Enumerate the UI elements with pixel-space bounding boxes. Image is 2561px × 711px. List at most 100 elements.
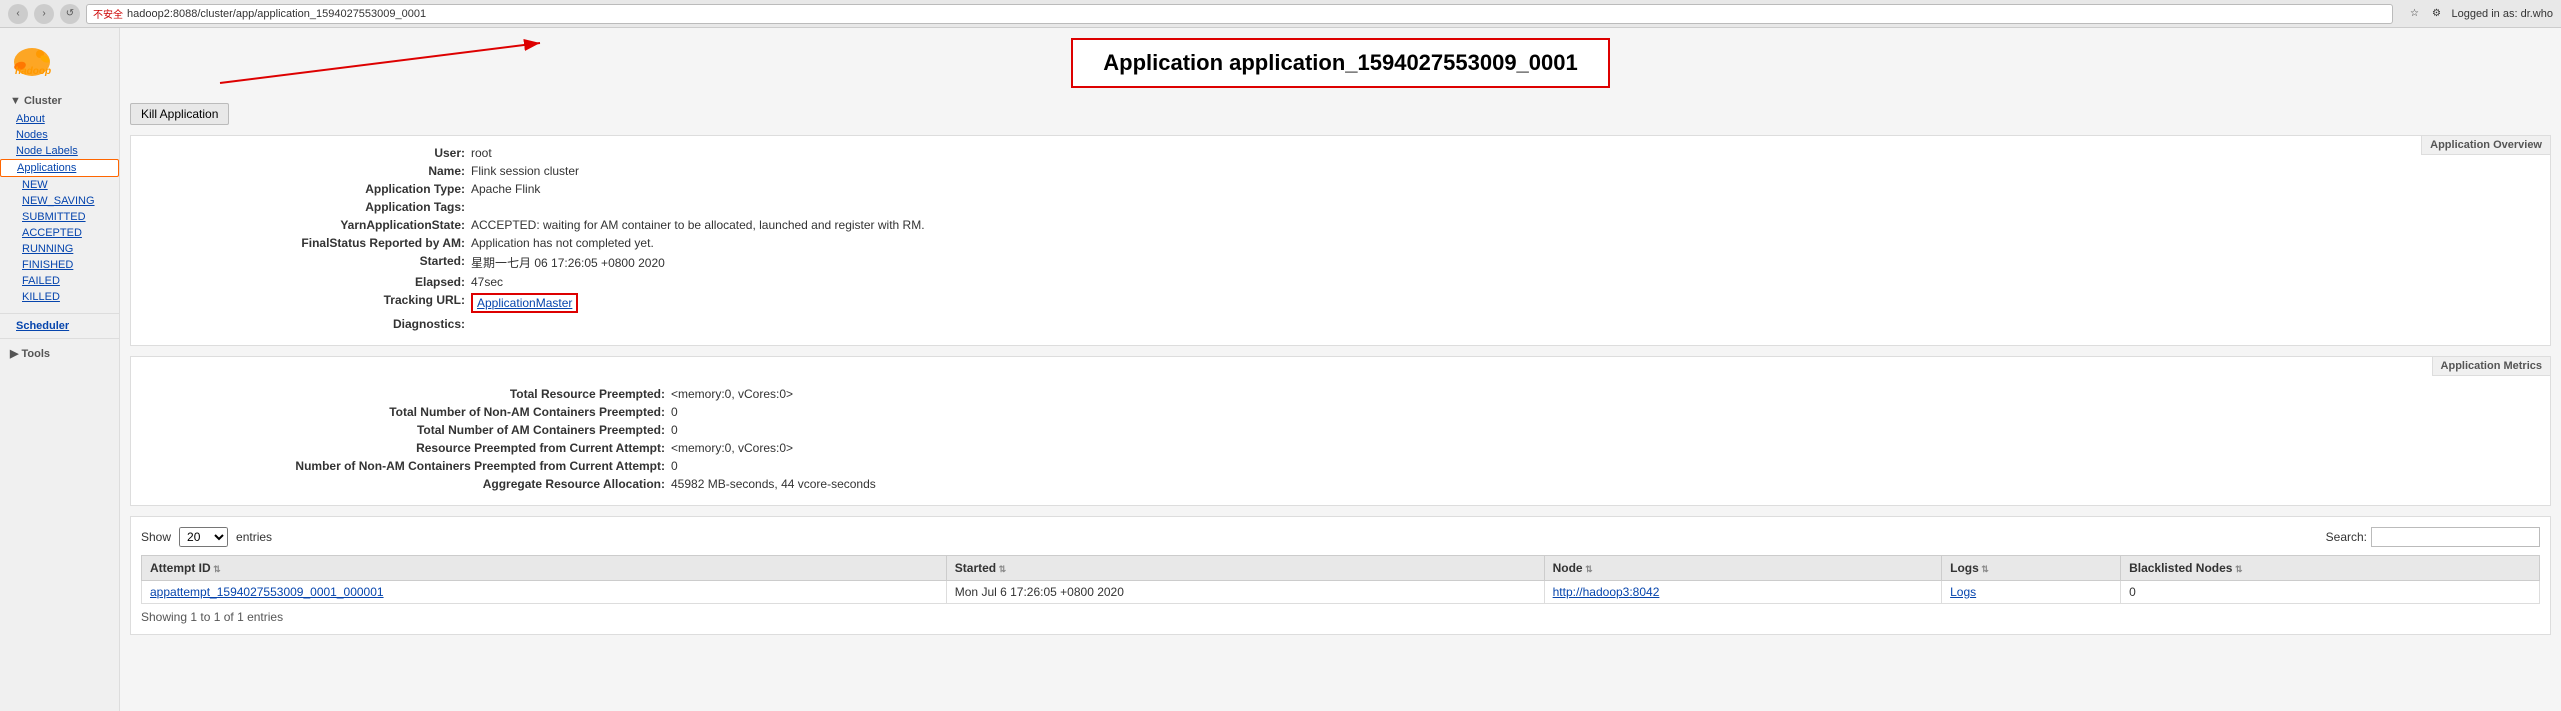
arrow-annotation: [210, 33, 610, 93]
col-attempt-id[interactable]: Attempt ID: [142, 556, 947, 581]
metrics-value-non-am: 0: [671, 405, 678, 419]
metrics-row-non-am: Total Number of Non-AM Containers Preemp…: [151, 405, 2530, 419]
tools-section-title[interactable]: ▶ Tools: [0, 343, 119, 364]
overview-panel-header: Application Overview: [2421, 136, 2550, 155]
info-row-type: Application Type: Apache Flink: [151, 182, 2530, 196]
col-blacklisted[interactable]: Blacklisted Nodes: [2121, 556, 2540, 581]
extension-icon[interactable]: ⚙: [2427, 5, 2445, 23]
table-row: appattempt_1594027553009_0001_000001 Mon…: [142, 581, 2540, 604]
metrics-panel-header: Application Metrics: [2432, 357, 2550, 376]
col-logs[interactable]: Logs: [1942, 556, 2121, 581]
metrics-label-preempted: Total Resource Preempted:: [151, 387, 671, 401]
show-select[interactable]: 20 10 50 100: [179, 527, 228, 547]
action-bar: Kill Application: [130, 103, 2551, 125]
metrics-row-aggregate: Aggregate Resource Allocation: 45982 MB-…: [151, 477, 2530, 491]
sidebar-item-nodes[interactable]: Nodes: [0, 127, 119, 143]
application-overview-panel: Application Overview User: root Name: Fl…: [130, 135, 2551, 346]
main-content: Application application_1594027553009_00…: [120, 28, 2561, 711]
value-started: 星期一七月 06 17:26:05 +0800 2020: [471, 254, 665, 271]
node-link[interactable]: http://hadoop3:8042: [1553, 585, 1660, 599]
cell-node: http://hadoop3:8042: [1544, 581, 1942, 604]
metrics-value-resource-preempted: <memory:0, vCores:0>: [671, 441, 793, 455]
label-elapsed: Elapsed:: [151, 275, 471, 289]
search-label: Search:: [2326, 530, 2367, 544]
tools-section: ▶ Tools: [0, 343, 119, 364]
entries-label: entries: [236, 530, 272, 544]
application-metrics-panel: Application Metrics Total Resource Preem…: [130, 356, 2551, 506]
col-started[interactable]: Started: [946, 556, 1544, 581]
sidebar-sub-new[interactable]: NEW: [0, 177, 119, 193]
value-yarn-state: ACCEPTED: waiting for AM container to be…: [471, 218, 925, 232]
cell-started: Mon Jul 6 17:26:05 +0800 2020: [946, 581, 1544, 604]
search-input[interactable]: [2371, 527, 2540, 547]
cluster-section: ▼ Cluster About Nodes Node Labels Applic…: [0, 91, 119, 305]
metrics-value-am: 0: [671, 423, 678, 437]
bookmark-icon[interactable]: ☆: [2405, 5, 2423, 23]
sidebar-sub-failed[interactable]: FAILED: [0, 273, 119, 289]
metrics-row-preempted: Total Resource Preempted: <memory:0, vCo…: [151, 387, 2530, 401]
label-name: Name:: [151, 164, 471, 178]
table-panel: Show 20 10 50 100 entries Search: Attemp…: [130, 516, 2551, 635]
cell-logs: Logs: [1942, 581, 2121, 604]
tracking-url-box: ApplicationMaster: [471, 293, 578, 313]
label-diagnostics: Diagnostics:: [151, 317, 471, 331]
hadoop-logo: hadoop: [0, 36, 119, 91]
label-tags: Application Tags:: [151, 200, 471, 214]
cluster-section-title[interactable]: ▼ Cluster: [0, 91, 119, 111]
label-started: Started:: [151, 254, 471, 271]
metrics-label-resource-preempted: Resource Preempted from Current Attempt:: [151, 441, 671, 455]
sidebar-sub-new-saving[interactable]: NEW_SAVING: [0, 193, 119, 209]
value-user: root: [471, 146, 492, 160]
label-type: Application Type:: [151, 182, 471, 196]
info-row-yarn-state: YarnApplicationState: ACCEPTED: waiting …: [151, 218, 2530, 232]
metrics-label-non-am-current: Number of Non-AM Containers Preempted fr…: [151, 459, 671, 473]
info-row-final-status: FinalStatus Reported by AM: Application …: [151, 236, 2530, 250]
refresh-button[interactable]: ↺: [60, 4, 80, 24]
hadoop-elephant-icon: hadoop: [10, 44, 55, 79]
metrics-value-non-am-current: 0: [671, 459, 678, 473]
sidebar-item-node-labels[interactable]: Node Labels: [0, 143, 119, 159]
sidebar-divider: [0, 313, 119, 314]
address-bar[interactable]: 不安全 hadoop2:8088/cluster/app/application…: [86, 4, 2393, 24]
sidebar-item-about[interactable]: About: [0, 111, 119, 127]
table-search: Search:: [2326, 527, 2540, 547]
attempts-table: Attempt ID Started Node Logs Blacklisted…: [141, 555, 2540, 604]
sidebar-sub-submitted[interactable]: SUBMITTED: [0, 209, 119, 225]
sidebar-sub-accepted[interactable]: ACCEPTED: [0, 225, 119, 241]
sidebar-sub-running[interactable]: RUNNING: [0, 241, 119, 257]
back-button[interactable]: ‹: [8, 4, 28, 24]
browser-icons: ☆ ⚙: [2405, 5, 2445, 23]
sidebar-item-scheduler[interactable]: Scheduler: [0, 318, 119, 334]
info-row-elapsed: Elapsed: 47sec: [151, 275, 2530, 289]
logs-link[interactable]: Logs: [1950, 585, 1976, 599]
metrics-label-aggregate: Aggregate Resource Allocation:: [151, 477, 671, 491]
sidebar-item-applications[interactable]: Applications: [0, 159, 119, 177]
page-title: Application application_1594027553009_00…: [1071, 38, 1609, 88]
tracking-url-link[interactable]: ApplicationMaster: [477, 296, 572, 310]
metrics-label-non-am: Total Number of Non-AM Containers Preemp…: [151, 405, 671, 419]
kill-application-button[interactable]: Kill Application: [130, 103, 229, 125]
metrics-row-resource-preempted: Resource Preempted from Current Attempt:…: [151, 441, 2530, 455]
forward-button[interactable]: ›: [34, 4, 54, 24]
sidebar-sub-killed[interactable]: KILLED: [0, 289, 119, 305]
svg-text:hadoop: hadoop: [15, 66, 51, 77]
label-yarn-state: YarnApplicationState:: [151, 218, 471, 232]
value-type: Apache Flink: [471, 182, 540, 196]
info-row-name: Name: Flink session cluster: [151, 164, 2530, 178]
showing-text: Showing 1 to 1 of 1 entries: [141, 610, 2540, 624]
info-row-tags: Application Tags:: [151, 200, 2530, 214]
label-user: User:: [151, 146, 471, 160]
label-final-status: FinalStatus Reported by AM:: [151, 236, 471, 250]
attempt-id-link[interactable]: appattempt_1594027553009_0001_000001: [150, 585, 384, 599]
col-node[interactable]: Node: [1544, 556, 1942, 581]
value-elapsed: 47sec: [471, 275, 503, 289]
metrics-row-non-am-current: Number of Non-AM Containers Preempted fr…: [151, 459, 2530, 473]
user-badge: Logged in as: dr.who: [2451, 8, 2553, 20]
value-final-status: Application has not completed yet.: [471, 236, 654, 250]
info-row-diagnostics: Diagnostics:: [151, 317, 2530, 331]
metrics-label-am: Total Number of AM Containers Preempted:: [151, 423, 671, 437]
value-name: Flink session cluster: [471, 164, 579, 178]
sidebar-sub-finished[interactable]: FINISHED: [0, 257, 119, 273]
metrics-content: Total Resource Preempted: <memory:0, vCo…: [151, 367, 2530, 491]
sidebar: hadoop ▼ Cluster About Nodes Node Labels…: [0, 28, 120, 711]
